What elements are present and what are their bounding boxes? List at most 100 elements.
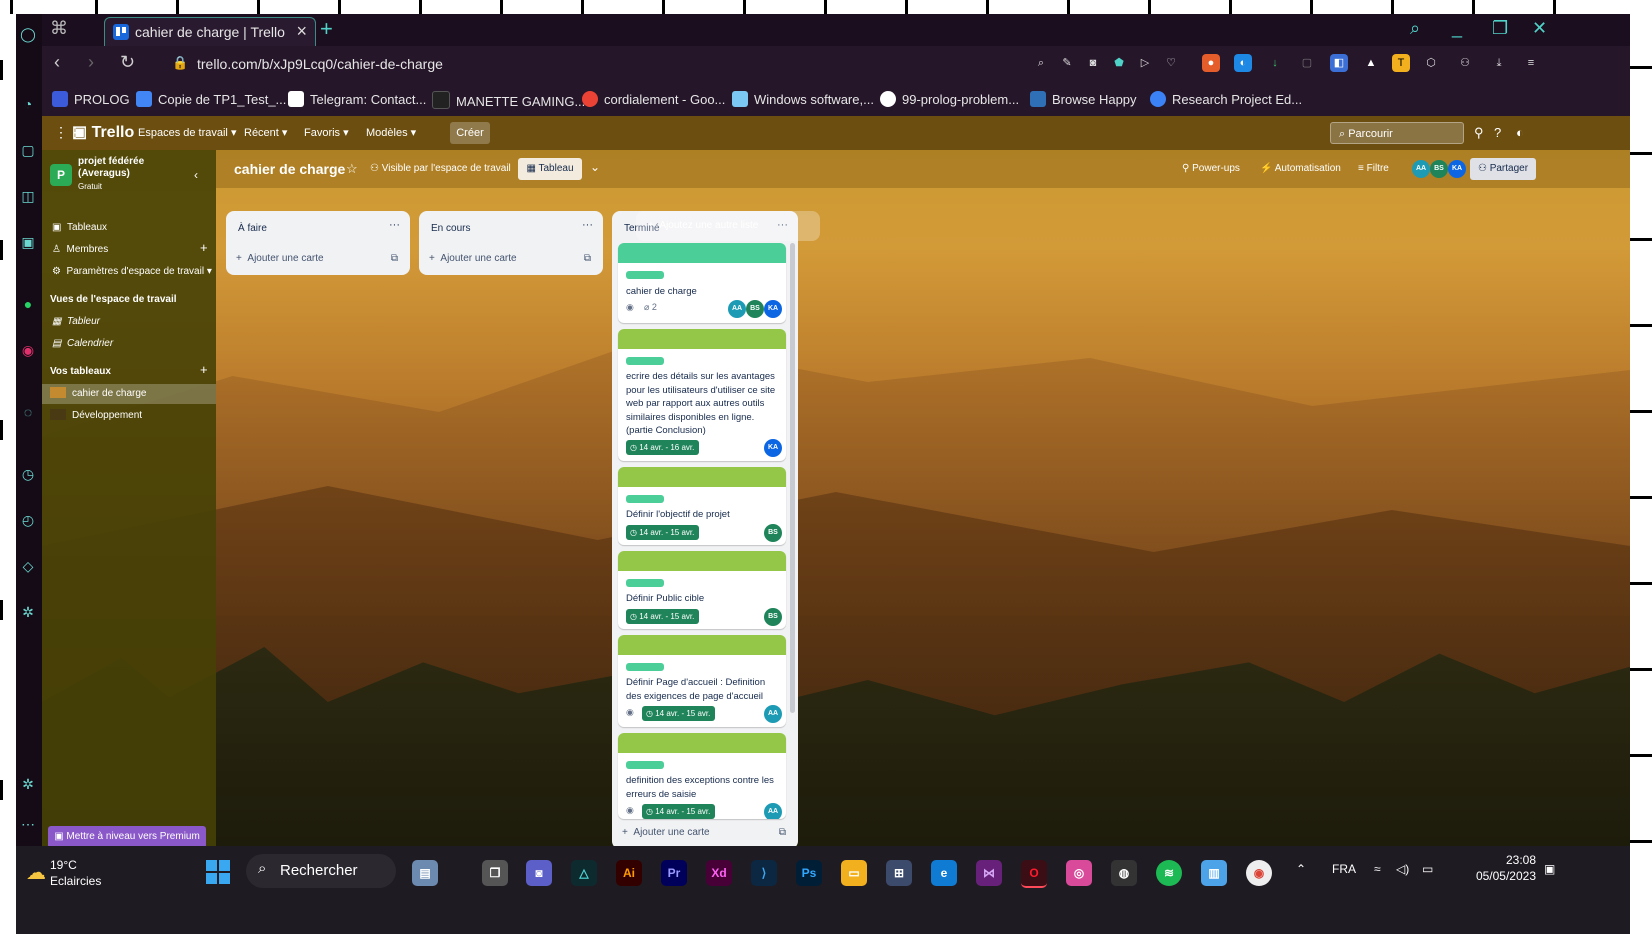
bookmark-item[interactable]: cordialement - Goo... bbox=[582, 91, 725, 107]
share-button[interactable]: ⚇ Partager bbox=[1470, 158, 1536, 180]
url-field[interactable]: trello.com/b/xJp9Lcq0/cahier-de-charge bbox=[197, 56, 443, 72]
photoshop-icon[interactable]: Ps bbox=[796, 860, 822, 886]
theme-icon[interactable]: ◐ bbox=[1516, 125, 1524, 140]
wifi-icon[interactable]: ≈ bbox=[1374, 862, 1381, 876]
cube-icon[interactable]: ◇ bbox=[18, 556, 38, 576]
collapse-sidebar-icon[interactable]: ‹ bbox=[194, 168, 198, 182]
visual-studio-icon[interactable]: ⋈ bbox=[976, 860, 1002, 886]
history-icon[interactable]: ◌ bbox=[18, 402, 38, 422]
help-icon[interactable]: ? bbox=[1494, 125, 1501, 140]
card[interactable]: Définir Page d'accueil : Definition des … bbox=[618, 635, 786, 727]
chat-icon[interactable]: ◫ bbox=[18, 186, 38, 206]
reload-icon[interactable]: ↻ bbox=[120, 52, 135, 73]
upgrade-premium-button[interactable]: ▣ Mettre à niveau vers Premium bbox=[48, 826, 206, 846]
powerups-button[interactable]: ⚲ Power-ups bbox=[1182, 163, 1240, 174]
spotify-icon[interactable]: ≋ bbox=[1156, 860, 1182, 886]
instagram-icon[interactable]: ◉ bbox=[18, 340, 38, 360]
gamepad-icon[interactable]: ⌘ bbox=[50, 18, 68, 39]
close-window-icon[interactable]: ✕ bbox=[1532, 18, 1547, 39]
add-board-icon[interactable]: + bbox=[200, 362, 208, 377]
bookmark-item[interactable]: Windows software,... bbox=[732, 91, 874, 107]
trello-logo[interactable]: ▣ Trello bbox=[72, 122, 134, 142]
clock-icon[interactable]: ◴ bbox=[18, 510, 38, 530]
zoom-icon[interactable]: ⌕ bbox=[1032, 54, 1050, 72]
template-icon[interactable]: ⧉ bbox=[584, 253, 591, 264]
back-icon[interactable]: ‹ bbox=[54, 52, 60, 73]
automation-button[interactable]: ⚡ Automatisation bbox=[1260, 163, 1341, 174]
close-tab-icon[interactable]: × bbox=[296, 21, 307, 42]
menu-recent[interactable]: Récent ▾ bbox=[244, 126, 287, 139]
premiere-icon[interactable]: Pr bbox=[661, 860, 687, 886]
chevron-up-icon[interactable]: ⌃ bbox=[1296, 862, 1306, 876]
more-icon[interactable]: ··· bbox=[389, 219, 400, 231]
start-button[interactable] bbox=[206, 860, 230, 884]
file-explorer-icon[interactable]: ▭ bbox=[841, 860, 867, 886]
visibility-button[interactable]: ⚇ Visible par l'espace de travail bbox=[370, 163, 511, 174]
forward-icon[interactable]: › bbox=[88, 52, 94, 73]
card[interactable]: Définir Public cible ◷ 14 avr. - 15 avr.… bbox=[618, 551, 786, 629]
bookmark-item[interactable]: Telegram: Contact... bbox=[288, 91, 426, 107]
camera-icon[interactable]: ◙ bbox=[1084, 54, 1102, 72]
template-icon[interactable]: ⧉ bbox=[391, 253, 398, 264]
profile-icon[interactable]: ⚇ bbox=[1456, 54, 1474, 72]
bookmark-item[interactable]: PROLOG bbox=[52, 91, 130, 107]
weather-icon[interactable]: ☁ bbox=[26, 860, 46, 885]
due-date-badge[interactable]: ◷ 14 avr. - 15 avr. bbox=[626, 609, 700, 624]
due-date-badge[interactable]: ◷ 14 avr. - 15 avr. bbox=[626, 525, 700, 540]
template-icon[interactable]: ⧉ bbox=[779, 827, 786, 838]
new-tab-icon[interactable]: + bbox=[320, 16, 333, 42]
taskbar-search[interactable]: Rechercher bbox=[246, 854, 396, 888]
settings-icon[interactable]: ✲ bbox=[18, 602, 38, 622]
add-card-button[interactable]: + Ajouter une carte bbox=[236, 253, 324, 264]
download-icon[interactable]: ⤓ bbox=[1490, 54, 1508, 72]
card[interactable]: cahier de charge ◉ ⌀ 2 AA BS KA bbox=[618, 243, 786, 323]
sidebar-board-cahier[interactable]: cahier de charge bbox=[42, 384, 216, 404]
sidebar-item-boards[interactable]: ▣ Tableaux bbox=[52, 222, 107, 233]
volume-icon[interactable]: ◁) bbox=[1396, 862, 1409, 876]
widgets-icon[interactable]: ▤ bbox=[412, 860, 438, 886]
clock[interactable]: 23:08 05/05/2023 bbox=[1456, 852, 1536, 884]
workspace-avatar[interactable]: P bbox=[50, 164, 72, 186]
more-icon[interactable]: ··· bbox=[582, 219, 593, 231]
edge-icon[interactable]: e bbox=[931, 860, 957, 886]
add-list-button[interactable]: + Ajoutez une autre liste bbox=[636, 211, 820, 241]
sidebar-item-settings[interactable]: ⚙ Paramètres d'espace de travail ▾ bbox=[52, 266, 212, 277]
list-title[interactable]: En cours bbox=[431, 223, 470, 234]
sidebar-item-members[interactable]: ♙ Membres bbox=[52, 244, 108, 255]
settings-icon[interactable]: ✲ bbox=[18, 774, 38, 794]
list-title[interactable]: À faire bbox=[238, 223, 267, 234]
notification-icon[interactable]: ▣ bbox=[1544, 862, 1555, 876]
due-date-badge[interactable]: ◷ 14 avr. - 15 avr. bbox=[642, 706, 716, 721]
due-date-badge[interactable]: ◷ 14 avr. - 15 avr. bbox=[642, 804, 716, 819]
chevron-down-icon[interactable]: ⌄ bbox=[590, 160, 600, 174]
extension-icon[interactable]: ▢ bbox=[1298, 54, 1316, 72]
view-switcher-button[interactable]: ▦ Tableau bbox=[518, 158, 582, 180]
workspace-name[interactable]: projet fédérée (Averagus) bbox=[78, 156, 188, 180]
store-icon[interactable]: ⊞ bbox=[886, 860, 912, 886]
bag-icon[interactable]: ▢ bbox=[18, 140, 38, 160]
bookmark-item[interactable]: 99-prolog-problem... bbox=[880, 91, 1019, 107]
cube-icon[interactable]: ⬡ bbox=[1422, 54, 1440, 72]
extension-icon[interactable]: T bbox=[1392, 54, 1410, 72]
language-indicator[interactable]: FRA bbox=[1332, 862, 1356, 876]
sidebar-item-calendar[interactable]: ▤ Calendrier bbox=[52, 338, 113, 349]
clock-icon[interactable]: ◷ bbox=[18, 464, 38, 484]
illustrator-icon[interactable]: Ai bbox=[616, 860, 642, 886]
menu-starred[interactable]: Favoris ▾ bbox=[304, 126, 349, 139]
obs-icon[interactable]: ◍ bbox=[1111, 860, 1137, 886]
send-icon[interactable]: ▷ bbox=[1136, 54, 1154, 72]
bookmark-item[interactable]: Copie de TP1_Test_... bbox=[136, 91, 286, 107]
extension-icon[interactable]: ▲ bbox=[1362, 54, 1380, 72]
creative-cloud-icon[interactable]: ◎ bbox=[1066, 860, 1092, 886]
card[interactable]: Définir l'objectif de projet ◷ 14 avr. -… bbox=[618, 467, 786, 545]
opera-icon[interactable]: O bbox=[1021, 860, 1047, 888]
vscode-icon[interactable]: ⟩ bbox=[751, 860, 777, 886]
app-icon[interactable]: △ bbox=[571, 860, 597, 886]
extension-icon[interactable]: ● bbox=[1202, 54, 1220, 72]
bookmark-item[interactable]: Research Project Ed... bbox=[1150, 91, 1302, 107]
extension-icon[interactable]: ◐ bbox=[1234, 54, 1252, 72]
chrome-icon[interactable]: ◉ bbox=[1246, 860, 1272, 886]
menu-templates[interactable]: Modèles ▾ bbox=[366, 126, 416, 139]
wallet-icon[interactable]: ▣ bbox=[18, 232, 38, 252]
notepad-icon[interactable]: ▥ bbox=[1201, 860, 1227, 886]
